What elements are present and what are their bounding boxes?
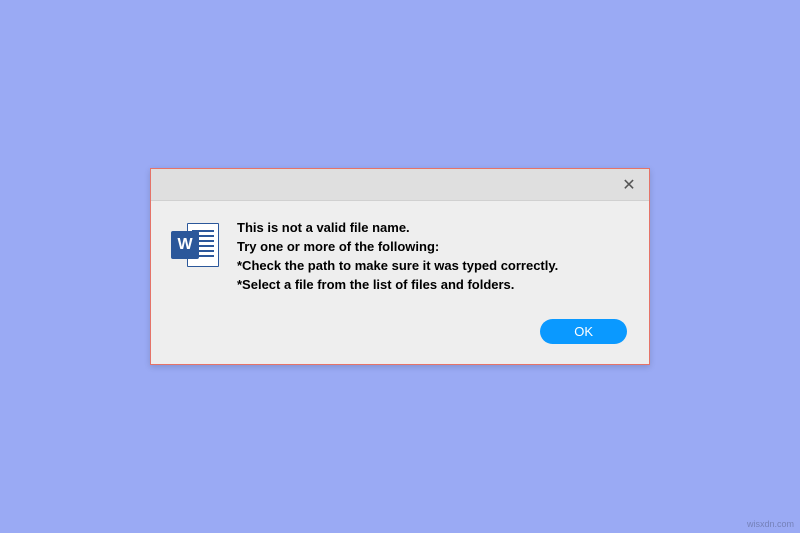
- close-icon: ✕: [622, 175, 635, 195]
- word-icon: W: [171, 221, 219, 269]
- error-dialog: ✕ W This is not a valid file name. Try o…: [150, 168, 650, 364]
- message-line: This is not a valid file name.: [237, 219, 558, 238]
- app-icon-wrap: W: [171, 219, 219, 294]
- dialog-content: W This is not a valid file name. Try one…: [151, 201, 649, 312]
- close-button[interactable]: ✕: [617, 173, 641, 197]
- word-icon-letter: W: [171, 231, 199, 259]
- message-line: Try one or more of the following:: [237, 238, 558, 257]
- message-line: *Check the path to make sure it was type…: [237, 257, 558, 276]
- watermark: wisxdn.com: [747, 519, 794, 529]
- dialog-buttons: OK: [151, 313, 649, 364]
- dialog-titlebar: ✕: [151, 169, 649, 201]
- message-line: *Select a file from the list of files an…: [237, 276, 558, 295]
- ok-button[interactable]: OK: [540, 319, 627, 344]
- dialog-message: This is not a valid file name. Try one o…: [237, 219, 558, 294]
